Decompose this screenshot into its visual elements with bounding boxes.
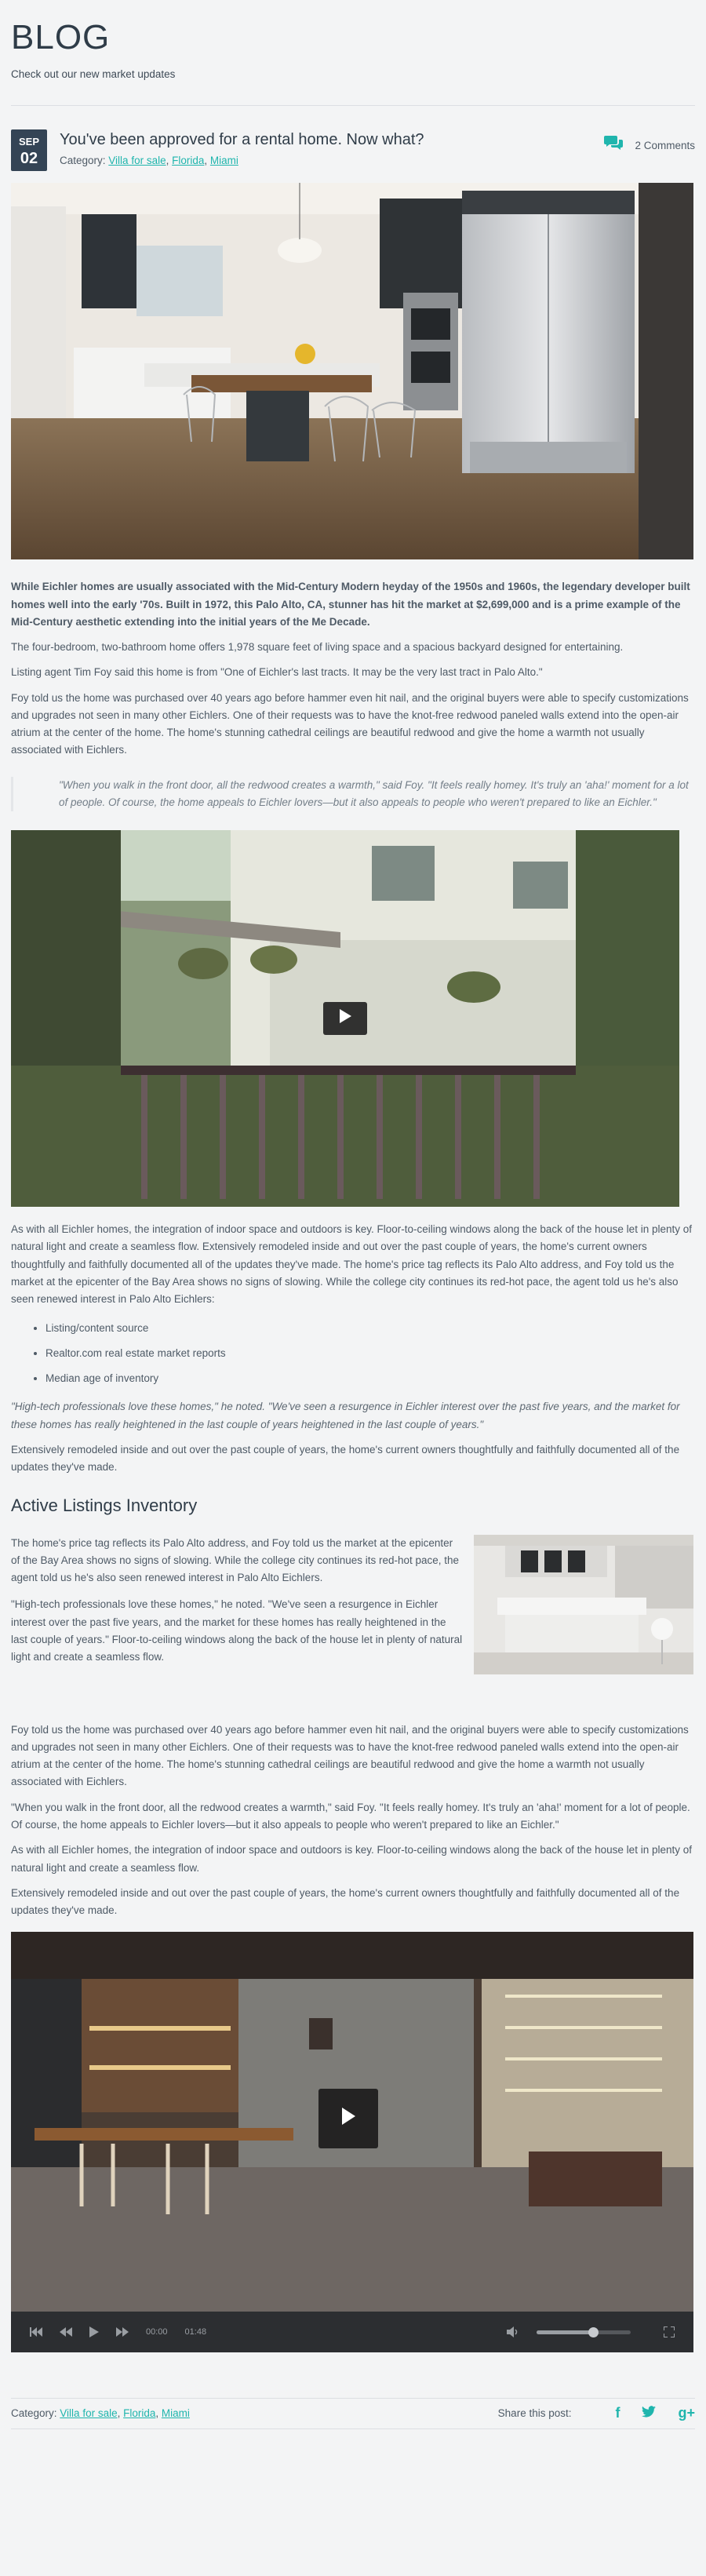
list-item: Median age of inventory — [45, 1370, 695, 1387]
italic-quote: "High-tech professionals love these home… — [11, 1401, 680, 1430]
rewind-icon — [60, 2327, 72, 2337]
volume-button[interactable] — [507, 2326, 519, 2338]
share-label: Share this post: — [497, 2407, 572, 2420]
section-title: Active Listings Inventory — [11, 1496, 198, 1516]
post-meta: You've been approved for a rental home. … — [60, 129, 424, 169]
comments-count: 2 Comments — [635, 139, 695, 151]
interior-video-player: 00:00 01:48 — [11, 1932, 695, 2353]
current-time: 00:00 — [146, 2327, 168, 2337]
fullscreen-button[interactable] — [664, 2326, 675, 2338]
paragraph: As with all Eichler homes, the integrati… — [11, 1844, 692, 1874]
divider — [11, 105, 695, 107]
post-date-badge: SEP 02 — [11, 129, 47, 172]
play-icon — [338, 1008, 352, 1029]
fast-forward-button[interactable] — [116, 2327, 129, 2337]
volume-slider[interactable] — [537, 2326, 631, 2337]
paragraph: The four-bedroom, two-bathroom home offe… — [11, 641, 624, 654]
category-label: Category: — [11, 2407, 57, 2420]
paragraph: Foy told us the home was purchased over … — [11, 691, 689, 756]
blockquote: "When you walk in the front door, all th… — [11, 776, 695, 812]
house-video[interactable] — [11, 830, 679, 1208]
list-item: Realtor.com real estate market reports — [45, 1345, 695, 1362]
post-title[interactable]: You've been approved for a rental home. … — [60, 130, 424, 149]
post-date-day: 02 — [20, 150, 38, 168]
category-link-miami[interactable]: Miami — [162, 2407, 190, 2419]
post-date-month: SEP — [18, 136, 39, 148]
blog-subtitle: Check out our new market updates — [11, 68, 176, 80]
video-controls: 00:00 01:48 — [11, 2312, 693, 2353]
share-bar: Share this post: f g+ — [498, 2402, 695, 2425]
volume-level — [537, 2330, 593, 2334]
facebook-icon[interactable]: f — [615, 2402, 620, 2425]
category-link-villa[interactable]: Villa for sale — [108, 155, 166, 166]
volume-icon — [507, 2326, 518, 2338]
blog-title: BLOG — [11, 18, 111, 56]
paragraph: The home's price tag reflects its Palo A… — [11, 1536, 460, 1584]
paragraph: Extensively remodeled inside and out ove… — [11, 1886, 680, 1917]
category-link-florida[interactable]: Florida — [172, 155, 204, 166]
google-plus-icon[interactable]: g+ — [678, 2402, 695, 2425]
page: BLOG Check out our new market updates SE… — [0, 0, 706, 2576]
skip-back-icon — [30, 2327, 42, 2337]
volume-handle[interactable] — [588, 2326, 599, 2337]
play-pause-button[interactable] — [89, 2326, 99, 2338]
comments-icon — [603, 134, 635, 157]
paragraph: "When you walk in the front door, all th… — [11, 1801, 690, 1831]
skip-back-button[interactable] — [30, 2327, 42, 2337]
paragraph: As with all Eichler homes, the integrati… — [11, 1223, 692, 1306]
category-label: Category: — [60, 155, 106, 167]
footer-categories: Category: Villa for sale, Florida, Miami — [11, 2407, 190, 2420]
fullscreen-icon — [664, 2326, 675, 2338]
comments-link[interactable]: 2 Comments — [603, 134, 695, 157]
kitchen-thumbnail-image — [474, 1534, 693, 1674]
post-categories: Category: Villa for sale, Florida, Miami — [60, 155, 238, 167]
interior-video[interactable] — [11, 1932, 693, 2312]
paragraph: Extensively remodeled inside and out ove… — [11, 1443, 680, 1474]
paragraph: Listing agent Tim Foy said this home is … — [11, 666, 543, 679]
duration-time: 01:48 — [184, 2327, 207, 2337]
category-link-miami[interactable]: Miami — [210, 155, 238, 166]
rewind-button[interactable] — [60, 2327, 72, 2337]
paragraph: Foy told us the home was purchased over … — [11, 1723, 689, 1788]
fast-forward-icon — [116, 2327, 129, 2337]
paragraph: "High-tech professionals love these home… — [11, 1598, 463, 1663]
lead-paragraph: While Eichler homes are usually associat… — [11, 581, 690, 628]
post-header: SEP 02 You've been approved for a rental… — [11, 129, 695, 173]
category-link-villa[interactable]: Villa for sale — [60, 2407, 117, 2419]
twitter-icon[interactable] — [642, 2402, 657, 2425]
play-button[interactable] — [318, 2089, 378, 2149]
play-icon — [89, 2326, 99, 2338]
list-item: Listing/content source — [45, 1320, 695, 1337]
post-footer: Category: Villa for sale, Florida, Miami… — [11, 2399, 695, 2428]
play-button[interactable] — [323, 1002, 367, 1036]
category-link-florida[interactable]: Florida — [123, 2407, 155, 2419]
listings-block: The home's price tag reflects its Palo A… — [11, 1534, 695, 1674]
divider — [11, 2428, 695, 2430]
hero-kitchen-image — [11, 183, 693, 560]
bullet-list: Listing/content source Realtor.com real … — [45, 1320, 695, 1388]
play-icon — [340, 2106, 357, 2132]
